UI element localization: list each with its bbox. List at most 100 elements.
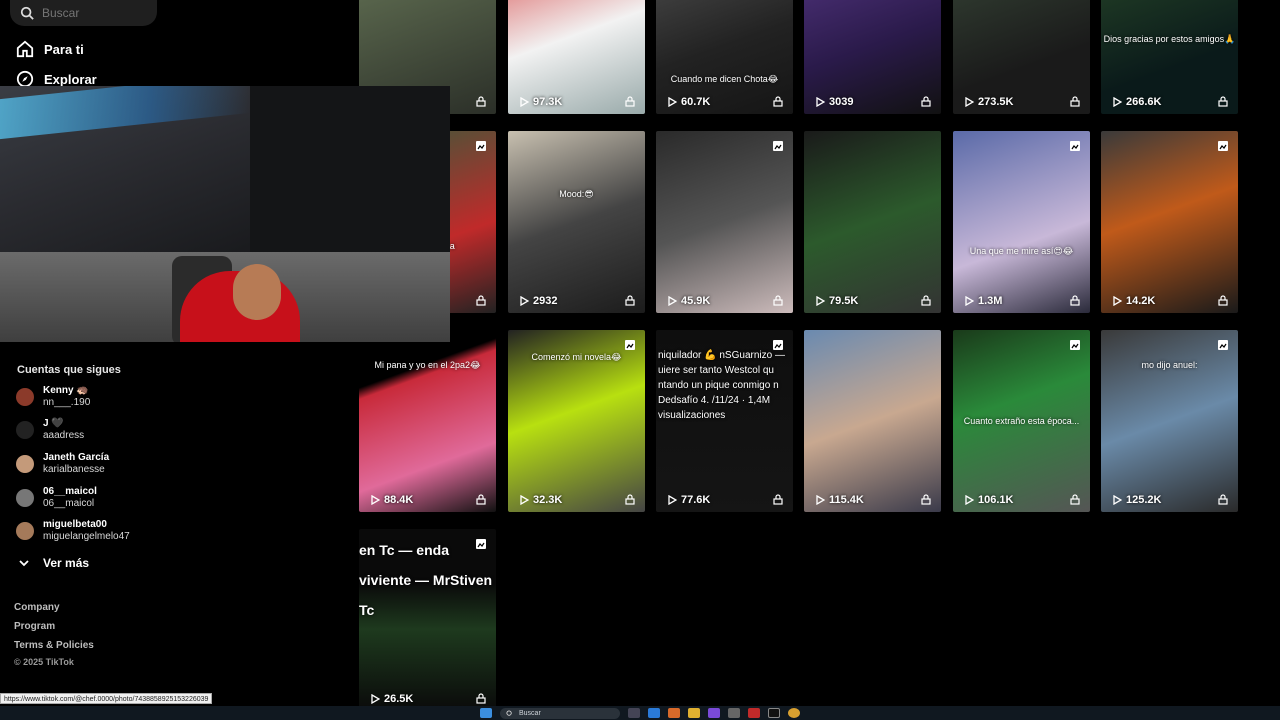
- video-caption: Comenzó mi novela😂: [531, 352, 622, 362]
- footer-link-terms[interactable]: Terms & Policies: [14, 640, 94, 651]
- search-input[interactable]: [42, 6, 142, 20]
- app-icon[interactable]: [668, 708, 680, 718]
- search-bar[interactable]: [10, 0, 157, 26]
- video-tile[interactable]: Una que me mire así😍😂 1.3M: [953, 131, 1090, 313]
- app-icon[interactable]: [748, 708, 760, 718]
- nav-item-para-ti[interactable]: Para ti: [16, 40, 84, 58]
- app-icon[interactable]: [648, 708, 660, 718]
- app-icon[interactable]: [728, 708, 740, 718]
- view-count-value: 77.6K: [681, 494, 711, 506]
- lock-icon: [773, 96, 783, 107]
- view-count-value: 2932: [533, 295, 558, 307]
- video-tile[interactable]: Mood:😎 2932: [508, 131, 645, 313]
- view-count: 97.3K: [520, 96, 562, 108]
- play-icon: [371, 694, 380, 704]
- play-icon: [520, 495, 529, 505]
- footer-link-company[interactable]: Company: [14, 602, 60, 613]
- view-count: 45.9K: [668, 295, 710, 307]
- view-count: 2932: [520, 295, 557, 307]
- following-account[interactable]: J 🖤 aaadress: [16, 418, 84, 442]
- account-name: miguelbeta00: [43, 519, 107, 530]
- video-tile[interactable]: 79.5K: [804, 131, 941, 313]
- avatar: [16, 522, 34, 540]
- video-tile[interactable]: en Tc — enda viviente — MrStiven Tc 26.5K: [359, 529, 496, 711]
- play-icon: [1113, 296, 1122, 306]
- chevron-down-icon: [19, 560, 29, 567]
- video-thumbnail: [953, 131, 1090, 313]
- video-tile[interactable]: Mi pana y yo en el 2pa2😂 88.4K: [359, 330, 496, 512]
- photo-mode-icon: [773, 141, 783, 151]
- lock-icon: [1070, 96, 1080, 107]
- lock-icon: [1218, 295, 1228, 306]
- video-tile[interactable]: 115.4K: [804, 330, 941, 512]
- video-caption: Una que me mire así😍😂: [969, 246, 1074, 256]
- view-count-value: 115.4K: [829, 494, 864, 506]
- app-icon[interactable]: [708, 708, 720, 718]
- view-count: 3039: [816, 96, 853, 108]
- windows-start-icon[interactable]: [480, 708, 492, 718]
- view-count-value: 32.3K: [533, 494, 563, 506]
- footer-link-program[interactable]: Program: [14, 621, 55, 632]
- lock-icon: [1070, 494, 1080, 505]
- view-count: 79.5K: [816, 295, 858, 307]
- following-account[interactable]: 06__maicol 06__maicol: [16, 486, 97, 510]
- view-count-value: 60.7K: [681, 96, 711, 108]
- view-count: 60.7K: [668, 96, 710, 108]
- view-count: 115.4K: [816, 494, 864, 506]
- video-caption: Mood:😎: [559, 189, 594, 199]
- lock-icon: [1218, 96, 1228, 107]
- video-tile[interactable]: Comenzó mi novela😂 32.3K: [508, 330, 645, 512]
- view-count-value: 125.2K: [1126, 494, 1162, 506]
- account-name: Kenny 🦔: [43, 385, 89, 396]
- video-caption: Dios gracias por estos amigos🙏: [1103, 34, 1236, 44]
- video-thumbnail: [1101, 131, 1238, 313]
- chrome-icon[interactable]: [788, 708, 800, 718]
- video-tile[interactable]: 97.3K: [508, 0, 645, 114]
- photo-mode-icon: [1070, 141, 1080, 151]
- folder-icon[interactable]: [688, 708, 700, 718]
- video-tile[interactable]: mo dijo anuel: 125.2K: [1101, 330, 1238, 512]
- video-tile[interactable]: 3039: [804, 0, 941, 114]
- app-icon[interactable]: [628, 708, 640, 718]
- video-thumbnail: [804, 330, 941, 512]
- account-username: miguelangelmelo47: [43, 531, 130, 542]
- view-count: 26.5K: [371, 693, 413, 705]
- video-thumbnail: [359, 330, 496, 512]
- following-account[interactable]: Janeth García karialbanesse: [16, 452, 109, 476]
- see-more-button[interactable]: Ver más: [19, 556, 89, 570]
- view-count: 77.6K: [668, 494, 710, 506]
- view-count: 266.6K: [1113, 96, 1161, 108]
- video-tile[interactable]: Cuando me dicen Chota😂 60.7K: [656, 0, 793, 114]
- account-name: Janeth García: [43, 452, 110, 463]
- see-more-label: Ver más: [43, 556, 90, 570]
- play-icon: [816, 97, 825, 107]
- tiktok-icon[interactable]: [768, 708, 780, 718]
- taskbar-search-label: Buscar: [519, 709, 541, 717]
- video-tile[interactable]: 45.9K: [656, 131, 793, 313]
- view-count-value: 266.6K: [1126, 96, 1162, 108]
- taskbar-search[interactable]: Buscar: [500, 707, 620, 719]
- following-account[interactable]: Kenny 🦔 nn___.190: [16, 385, 90, 409]
- lock-icon: [476, 494, 486, 505]
- video-tile[interactable]: niquilador 💪 nSGuarnizo — uiere ser tant…: [656, 330, 793, 512]
- video-caption: Mi pana y yo en el 2pa2😂: [374, 360, 481, 370]
- copyright: © 2025 TikTok: [14, 657, 74, 667]
- photo-mode-icon: [1070, 340, 1080, 350]
- play-icon: [965, 296, 974, 306]
- account-name: J 🖤: [43, 418, 64, 429]
- video-tile[interactable]: Cuanto extraño esta época... 106.1K: [953, 330, 1090, 512]
- video-caption: Cuando me dicen Chota😂: [670, 74, 779, 84]
- view-count: 125.2K: [1113, 494, 1161, 506]
- photo-mode-icon: [773, 340, 783, 350]
- following-account[interactable]: miguelbeta00 miguelangelmelo47: [16, 519, 130, 543]
- video-tile[interactable]: 14.2K: [1101, 131, 1238, 313]
- view-count-value: 88.4K: [384, 494, 414, 506]
- lock-icon: [625, 295, 635, 306]
- video-tile[interactable]: Dios gracias por estos amigos🙏 266.6K: [1101, 0, 1238, 114]
- play-icon: [1113, 97, 1122, 107]
- avatar: [16, 388, 34, 406]
- account-name: 06__maicol: [43, 486, 97, 497]
- video-tile[interactable]: 273.5K: [953, 0, 1090, 114]
- lock-icon: [1218, 494, 1228, 505]
- account-username: karialbanesse: [43, 464, 105, 475]
